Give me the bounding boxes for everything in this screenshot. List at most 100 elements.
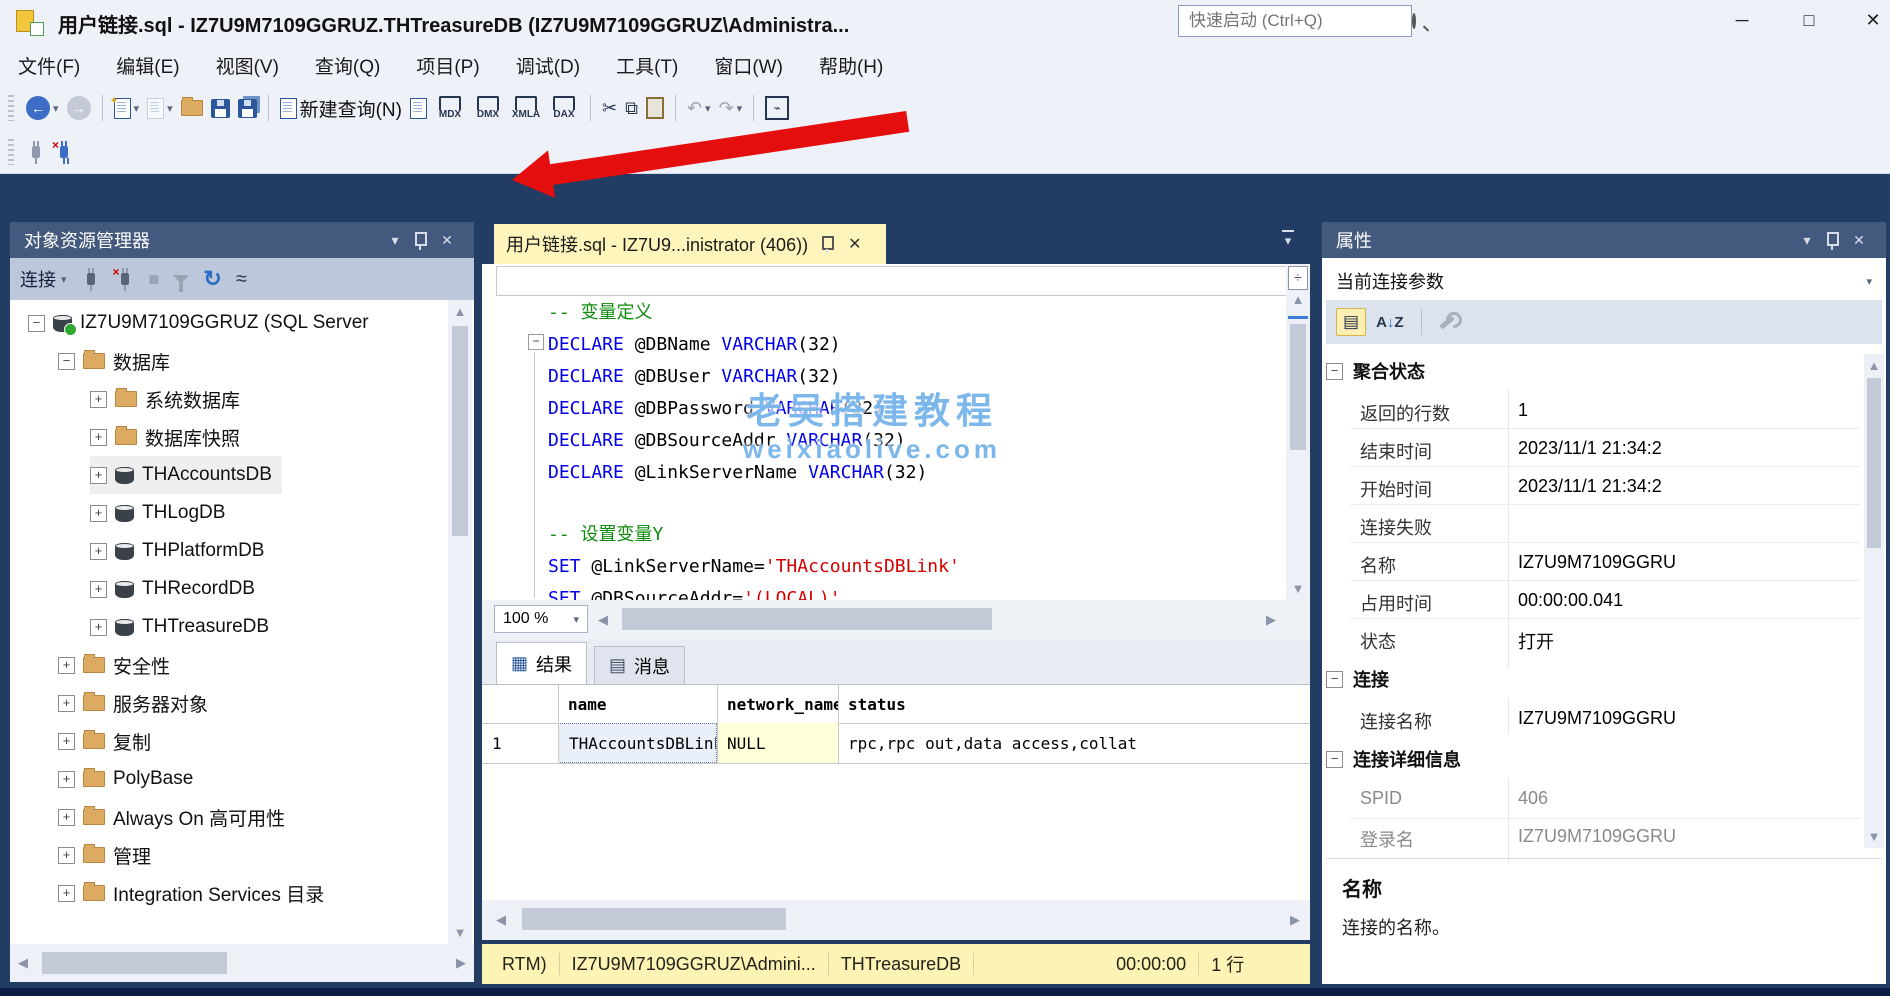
oe-pin-icon[interactable]: [408, 232, 434, 249]
fold-collapse-icon[interactable]: −: [528, 334, 544, 350]
dmx-query-button[interactable]: DMX: [469, 96, 507, 120]
undo-button[interactable]: ↶ ▾: [683, 95, 715, 121]
properties-vertical-scrollbar[interactable]: ▲ ▼: [1864, 354, 1884, 848]
tree-node-replication[interactable]: + 复制: [58, 722, 151, 760]
scrollbar-thumb[interactable]: [452, 326, 468, 536]
splitter-handle[interactable]: ÷: [1288, 266, 1308, 290]
properties-close-icon[interactable]: ✕: [1846, 232, 1872, 249]
menu-debug[interactable]: 调试(D): [516, 52, 580, 79]
tree-node-system-databases[interactable]: + 系统数据库: [90, 380, 240, 418]
expand-icon[interactable]: +: [58, 695, 75, 712]
section-connection-details[interactable]: − 连接详细信息: [1326, 740, 1461, 778]
column-header-network-name[interactable]: network_name: [717, 685, 838, 723]
expand-icon[interactable]: +: [58, 771, 75, 788]
editor-vertical-scrollbar[interactable]: ÷ ▲ ▼: [1286, 264, 1310, 600]
expand-icon[interactable]: +: [58, 733, 75, 750]
expand-icon[interactable]: +: [90, 429, 107, 446]
toolbar-grip[interactable]: [8, 95, 14, 121]
zoom-combo[interactable]: 100 % ▾: [494, 605, 588, 633]
paste-button[interactable]: [642, 94, 668, 122]
tree-node-server-objects[interactable]: + 服务器对象: [58, 684, 208, 722]
scroll-up-icon[interactable]: ▲: [448, 304, 472, 319]
menu-file[interactable]: 文件(F): [18, 52, 80, 79]
quick-launch-input[interactable]: [1187, 10, 1412, 32]
tree-node-thplatformdb[interactable]: + THPlatformDB: [90, 532, 264, 570]
results-tab[interactable]: ▦ 结果: [496, 642, 587, 684]
tree-node-security[interactable]: + 安全性: [58, 646, 170, 684]
collapse-icon[interactable]: −: [1326, 751, 1343, 768]
collapse-icon[interactable]: −: [28, 315, 45, 332]
scroll-left-icon[interactable]: ◀: [496, 912, 506, 928]
oe-connect-button[interactable]: 连接 ▾: [20, 266, 67, 292]
menu-window[interactable]: 窗口(W): [714, 52, 783, 79]
navigate-back-button[interactable]: ← ▾: [22, 93, 63, 123]
tree-node-alwayson[interactable]: + Always On 高可用性: [58, 798, 285, 836]
new-file-button[interactable]: ✦ ▾: [110, 95, 144, 122]
results-grid[interactable]: name network_name status 1 THAccountsDBL…: [482, 684, 1310, 901]
menu-tools[interactable]: 工具(T): [616, 52, 678, 79]
scroll-left-icon[interactable]: ◀: [18, 955, 28, 971]
scroll-down-icon[interactable]: ▼: [1864, 829, 1884, 844]
tree-node-management[interactable]: + 管理: [58, 836, 151, 874]
section-aggregate-status[interactable]: − 聚合状态: [1326, 352, 1425, 390]
expand-icon[interactable]: +: [58, 657, 75, 674]
tab-close-icon[interactable]: ✕: [848, 234, 861, 254]
save-button[interactable]: [207, 96, 234, 121]
collapse-icon[interactable]: −: [1326, 671, 1343, 688]
scroll-up-icon[interactable]: ▲: [1864, 358, 1884, 373]
oe-window-menu-icon[interactable]: ▾: [382, 232, 408, 249]
document-tab[interactable]: 用户链接.sql - IZ7U9...inistrator (406)) ✕: [494, 224, 886, 264]
properties-object-combo[interactable]: 当前连接参数 ▾: [1326, 264, 1882, 298]
menu-view[interactable]: 视图(V): [216, 52, 279, 79]
quick-launch-search[interactable]: [1178, 5, 1412, 37]
alphabetical-sort-button[interactable]: A↓Z: [1376, 314, 1404, 331]
tree-node-databases[interactable]: − 数据库: [58, 342, 170, 380]
column-header-status[interactable]: status: [838, 685, 1308, 723]
tree-node-thaccountsdb[interactable]: + THAccountsDB: [90, 456, 282, 494]
cell-network-name[interactable]: NULL: [717, 723, 838, 763]
expand-icon[interactable]: +: [90, 505, 107, 522]
prop-value[interactable]: 406: [1518, 788, 1848, 809]
scroll-right-icon[interactable]: ▶: [456, 955, 466, 971]
open-file-button[interactable]: [177, 97, 207, 119]
oe-disconnect-icon[interactable]: ×: [121, 273, 129, 285]
toolbar-grip[interactable]: [8, 139, 14, 165]
tree-node-polybase[interactable]: + PolyBase: [58, 760, 193, 798]
tree-vertical-scrollbar[interactable]: ▲ ▼: [448, 300, 472, 944]
new-query-button[interactable]: 新建查询(N): [276, 92, 406, 125]
scrollbar-thumb[interactable]: [1290, 324, 1306, 450]
change-connection-button[interactable]: ×: [50, 143, 78, 161]
tree-node-database-snapshots[interactable]: + 数据库快照: [90, 418, 240, 456]
oe-activity-monitor-icon[interactable]: ≈: [236, 268, 247, 291]
tree-node-thlogdb[interactable]: + THLogDB: [90, 494, 225, 532]
undo-dropdown-icon[interactable]: ▾: [705, 102, 711, 115]
scroll-right-icon[interactable]: ▶: [1266, 612, 1276, 628]
prop-value[interactable]: IZ7U9M7109GGRU: [1518, 552, 1848, 573]
tab-overflow-button[interactable]: ▾: [1282, 230, 1294, 249]
save-all-button[interactable]: [234, 96, 261, 121]
expand-icon[interactable]: +: [58, 809, 75, 826]
scrollbar-thumb[interactable]: [42, 952, 227, 974]
scroll-down-icon[interactable]: ▼: [1286, 581, 1310, 596]
properties-window-menu-icon[interactable]: ▾: [1794, 232, 1820, 249]
prop-value[interactable]: 2023/11/1 21:34:2: [1518, 476, 1848, 497]
add-item-button[interactable]: ▾: [143, 95, 177, 122]
scroll-up-icon[interactable]: ▲: [1286, 292, 1310, 307]
scrollbar-thumb[interactable]: [522, 908, 786, 930]
add-item-dropdown-icon[interactable]: ▾: [167, 102, 173, 115]
oe-close-icon[interactable]: ✕: [434, 232, 460, 249]
cut-button[interactable]: ✂: [598, 95, 621, 121]
expand-icon[interactable]: +: [90, 391, 107, 408]
tree-horizontal-scrollbar[interactable]: ◀ ▶: [10, 944, 474, 982]
expand-icon[interactable]: +: [90, 581, 107, 598]
row-number-cell[interactable]: 1: [482, 723, 558, 763]
prop-value[interactable]: IZ7U9M7109GGRU: [1518, 826, 1848, 847]
cell-status[interactable]: rpc,rpc out,data access,collat: [838, 723, 1308, 763]
property-pages-icon[interactable]: [1439, 315, 1454, 329]
scrollbar-thumb[interactable]: [622, 608, 992, 630]
menu-help[interactable]: 帮助(H): [819, 52, 883, 79]
new-file-dropdown-icon[interactable]: ▾: [134, 102, 140, 115]
collapse-icon[interactable]: −: [1326, 363, 1343, 380]
scroll-right-icon[interactable]: ▶: [1290, 912, 1300, 928]
oe-connect-plug-icon[interactable]: [87, 273, 95, 285]
